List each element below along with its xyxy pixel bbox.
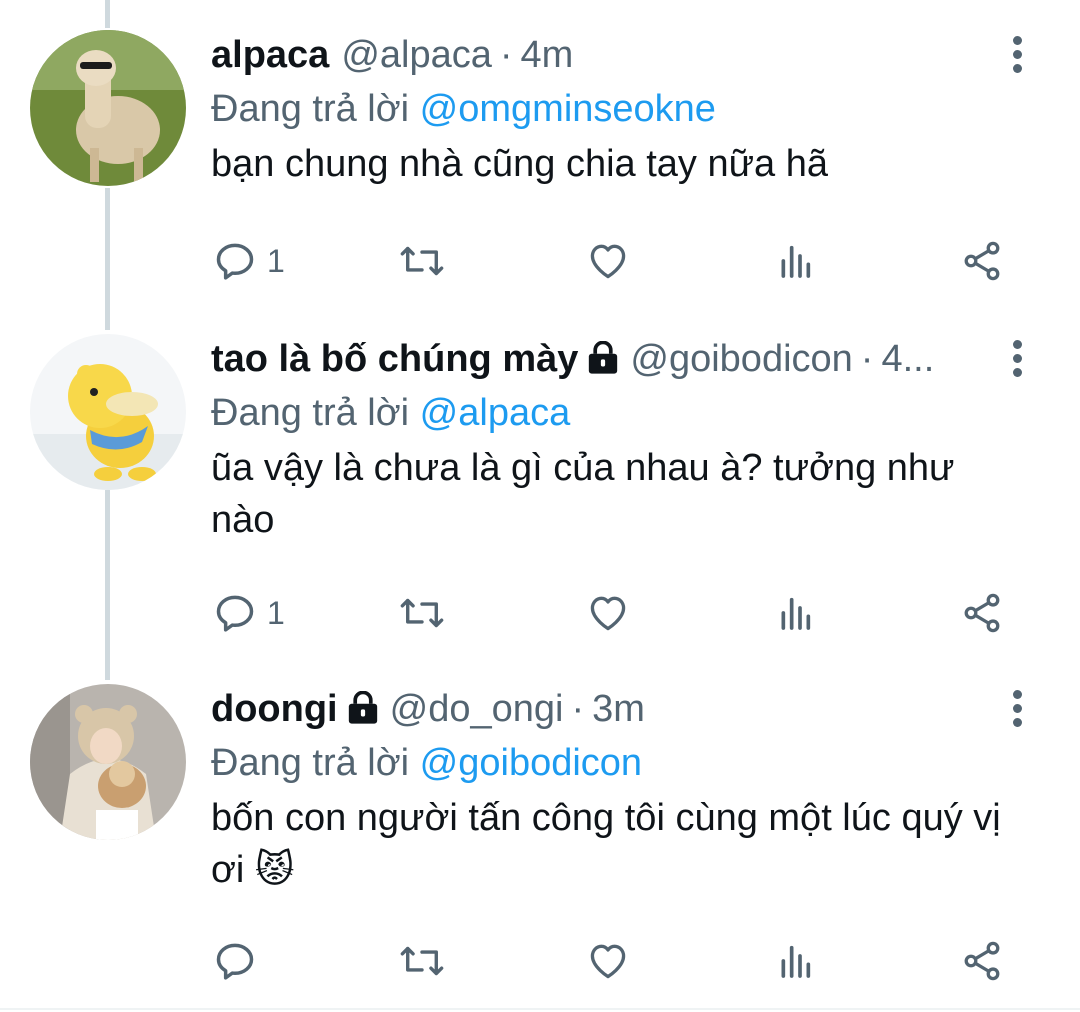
retweet-button[interactable] [397,588,447,638]
mention-link[interactable]: @goibodicon [420,742,642,784]
reply-count: 1 [267,594,285,631]
display-name[interactable]: tao là bố chúng mày [211,338,578,380]
tweet-header: tao là bố chúng mày @goibodicon · 4... [211,334,988,384]
replying-to: Đang trả lời @alpaca [211,388,570,438]
views-icon [781,597,811,630]
lock-icon [346,688,380,734]
user-handle[interactable]: @do_ongi [390,688,564,730]
user-handle[interactable]: @alpaca [341,34,492,76]
tweet-header: doongi @do_ongi · 3m [211,684,988,734]
retweet-icon [400,946,444,976]
psyduck-avatar-icon [30,334,186,490]
like-icon [590,244,626,279]
reply-icon [216,243,254,280]
reply-count: 1 [267,242,285,279]
tweet-text: ũa vậy là chưa là gì của nhau à? tưởng n… [211,447,955,541]
like-button[interactable] [585,936,631,986]
replying-to: Đang trả lời @omgminseokne [211,84,716,134]
display-name[interactable]: doongi [211,688,338,730]
more-options-icon[interactable] [1007,36,1027,76]
like-button[interactable] [585,588,631,638]
timestamp[interactable]: 3m [592,688,645,730]
mention-link[interactable]: @omgminseokne [420,88,716,130]
views-button[interactable] [775,936,815,986]
tweet-text: bạn chung nhà cũng chia tay nữa hã [211,143,829,185]
like-icon [590,596,626,631]
like-icon [590,944,626,979]
retweet-button[interactable] [397,236,447,286]
retweet-icon [400,246,444,276]
bottom-divider [0,1008,1080,1010]
share-icon [964,941,1000,981]
views-button[interactable] [775,588,815,638]
avatar[interactable] [30,30,186,186]
replying-to-label: Đang trả lời [211,88,410,130]
action-bar: 1 [211,588,1011,638]
share-button[interactable] [959,588,1005,638]
replying-to-label: Đang trả lời [211,392,410,434]
avatar[interactable] [30,334,186,490]
reply-button[interactable]: 1 [213,588,285,638]
share-button[interactable] [959,236,1005,286]
thread-line [105,0,110,28]
separator-dot: · [499,34,513,76]
timestamp[interactable]: 4m [521,34,574,76]
share-icon [964,593,1000,633]
replying-to-label: Đang trả lời [211,742,410,784]
views-icon [781,945,811,978]
timestamp[interactable]: 4... [881,338,934,380]
share-icon [964,241,1000,281]
replying-to: Đang trả lời @goibodicon [211,738,642,788]
separator-dot: · [571,688,585,730]
mention-link[interactable]: @alpaca [420,392,571,434]
share-button[interactable] [959,936,1005,986]
lock-icon [586,338,620,384]
action-bar: 1 [211,236,1011,286]
more-options-icon[interactable] [1007,340,1027,380]
more-options-icon[interactable] [1007,690,1027,730]
display-name[interactable]: alpaca [211,34,329,76]
separator-dot: · [860,338,874,380]
tweet[interactable]: tao là bố chúng mày @goibodicon · 4... Đang… [0,334,1080,644]
views-icon [781,245,811,278]
user-handle[interactable]: @goibodicon [630,338,852,380]
tweet[interactable]: doongi @do_ongi · 3m Đang trả lời @goibodic… [0,684,1080,994]
reply-icon [216,943,254,980]
reply-button[interactable] [213,936,267,986]
retweet-button[interactable] [397,936,447,986]
reply-icon [216,595,254,632]
action-bar [211,936,1011,986]
tweet[interactable]: alpaca @alpaca · 4m Đang trả lời @omgminseo… [0,30,1080,290]
reply-button[interactable]: 1 [213,236,285,286]
avatar[interactable] [30,684,186,840]
person-with-dog-avatar-icon [30,684,186,840]
retweet-icon [400,598,444,628]
tweet-header: alpaca @alpaca · 4m [211,30,988,80]
alpaca-avatar-icon [30,30,186,186]
views-button[interactable] [775,236,815,286]
tweet-text: bốn con người tấn công tôi cùng một lúc … [211,797,1001,891]
like-button[interactable] [585,236,631,286]
